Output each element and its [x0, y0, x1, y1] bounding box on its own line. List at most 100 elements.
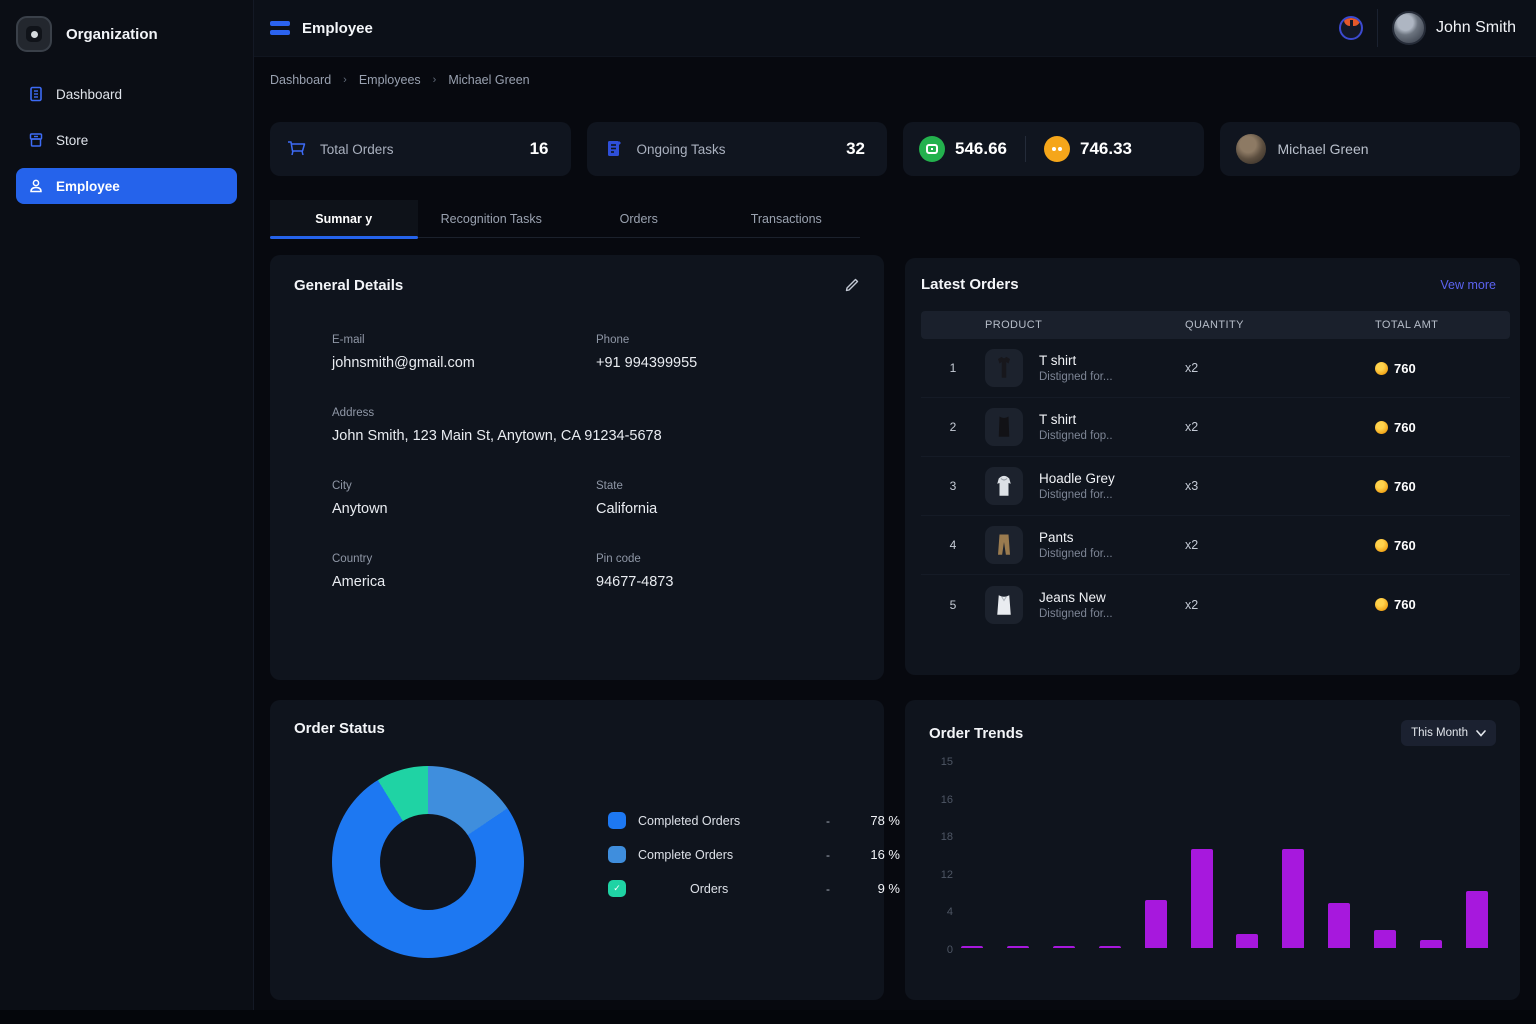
- shirt-icon: [989, 412, 1019, 442]
- table-row[interactable]: 3 Hoadle Grey Distigned for... x3 760: [921, 457, 1510, 516]
- page-title: Employee: [302, 20, 373, 37]
- table-row[interactable]: 5 Jeans New Distigned for... x2 760: [921, 575, 1510, 634]
- breadcrumb-dashboard[interactable]: Dashboard: [270, 73, 331, 87]
- quantity: x2: [1185, 598, 1375, 612]
- trend-bar: [1328, 903, 1350, 948]
- user-name: John Smith: [1436, 19, 1516, 37]
- green-credit-icon: [919, 136, 945, 162]
- latest-orders-card: Latest Orders Vew more PRODUCT QUANTITY …: [905, 258, 1520, 675]
- trend-bar: [1282, 849, 1304, 948]
- trend-bar: [1191, 849, 1213, 948]
- org-logo-icon: [16, 16, 52, 52]
- coin-icon: [1375, 421, 1388, 434]
- chevron-right-icon: ›: [343, 74, 347, 86]
- trend-bar: [961, 946, 983, 948]
- orders-table: PRODUCT QUANTITY TOTAL AMT 1 T shirt Dis…: [921, 311, 1510, 634]
- trend-bar: [1466, 891, 1488, 948]
- org-name: Organization: [66, 26, 158, 43]
- table-row[interactable]: 2 T shirt Distigned fop.. x2 760: [921, 398, 1510, 457]
- product-name: T shirt: [1039, 353, 1113, 368]
- jacket-icon: [989, 590, 1019, 620]
- state-field-group: State California: [596, 480, 860, 517]
- address-value: John Smith, 123 Main St, Anytown, CA 912…: [332, 428, 860, 444]
- notification-icon[interactable]: [1339, 16, 1363, 40]
- tab-summary[interactable]: Sumnar y: [270, 200, 418, 237]
- pincode-field-group: Pin code 94677-4873: [596, 553, 860, 590]
- sidebar-item-employee[interactable]: Employee: [16, 168, 237, 204]
- trend-bar: [1099, 946, 1121, 948]
- phone-label: Phone: [596, 334, 860, 346]
- sidebar-item-store[interactable]: Store: [16, 122, 237, 158]
- sidebar-item-label: Employee: [56, 179, 120, 194]
- order-trends-title: Order Trends: [929, 725, 1023, 742]
- city-label: City: [332, 480, 596, 492]
- product-name: T shirt: [1039, 412, 1113, 427]
- ongoing-tasks-value: 32: [846, 139, 871, 159]
- green-value: 546.66: [955, 139, 1007, 159]
- breadcrumb-employees[interactable]: Employees: [359, 73, 421, 87]
- country-value: America: [332, 574, 596, 590]
- month-filter-dropdown[interactable]: This Month: [1401, 720, 1496, 746]
- org-brand: Organization: [0, 0, 253, 76]
- email-value: johnsmith@gmail.com: [332, 355, 596, 371]
- product-thumbnail: [985, 408, 1023, 446]
- table-row[interactable]: 1 T shirt Distigned for... x2 760: [921, 339, 1510, 398]
- person-icon: [28, 178, 44, 194]
- hoodie-icon: [989, 471, 1019, 501]
- product-name: Jeans New: [1039, 590, 1113, 605]
- chevron-down-icon: [1476, 730, 1486, 737]
- month-filter-label: This Month: [1411, 727, 1468, 739]
- total-orders-value: 16: [530, 139, 555, 159]
- cart-icon: [286, 138, 308, 160]
- coin-icon: [1375, 598, 1388, 611]
- col-quantity: QUANTITY: [1185, 319, 1375, 331]
- col-product: PRODUCT: [985, 319, 1185, 331]
- pincode-value: 94677-4873: [596, 574, 860, 590]
- trend-bar: [1145, 900, 1167, 948]
- tab-orders[interactable]: Orders: [565, 200, 713, 237]
- address-field-group: Address John Smith, 123 Main St, Anytown…: [332, 407, 860, 444]
- coin-icon: [1375, 539, 1388, 552]
- total-orders-label: Total Orders: [320, 142, 394, 157]
- product-desc: Distigned for...: [1039, 371, 1113, 383]
- city-field-group: City Anytown: [332, 480, 596, 517]
- phone-field-group: Phone +91 994399955: [596, 334, 860, 371]
- view-more-link[interactable]: Vew more: [1440, 278, 1496, 292]
- y-axis-labels: 15 16 18 12 4 0: [931, 756, 953, 956]
- email-label: E-mail: [332, 334, 596, 346]
- sidebar-item-label: Store: [56, 133, 88, 148]
- menu-toggle-icon[interactable]: [270, 21, 290, 35]
- quantity: x2: [1185, 361, 1375, 375]
- quantity: x2: [1185, 420, 1375, 434]
- topbar: Employee John Smith: [254, 0, 1536, 57]
- latest-orders-title: Latest Orders: [921, 276, 1019, 293]
- edit-pencil-icon[interactable]: [844, 277, 860, 293]
- sidebar-item-dashboard[interactable]: Dashboard: [16, 76, 237, 112]
- product-thumbnail: [985, 467, 1023, 505]
- user-menu[interactable]: John Smith: [1392, 11, 1516, 45]
- breadcrumb: Dashboard › Employees › Michael Green: [270, 73, 530, 87]
- trend-bar: [1236, 934, 1258, 948]
- order-trends-bars: [961, 752, 1488, 948]
- general-details-card: General Details E-mail johnsmith@gmail.c…: [270, 255, 884, 680]
- pants-icon: [989, 530, 1019, 560]
- table-row[interactable]: 4 Pants Distigned for... x2 760: [921, 516, 1510, 575]
- product-name: Pants: [1039, 530, 1113, 545]
- breadcrumb-current: Michael Green: [448, 73, 529, 87]
- total-amount: 760: [1394, 597, 1416, 612]
- sidebar: Organization Dashboard Store: [0, 0, 254, 1024]
- ongoing-tasks-label: Ongoing Tasks: [637, 142, 726, 157]
- tab-transactions[interactable]: Transactions: [713, 200, 861, 237]
- orange-value: 746.33: [1080, 139, 1132, 159]
- divider: [1377, 9, 1378, 47]
- order-status-title: Order Status: [294, 720, 860, 737]
- footer-strip: [0, 1010, 1536, 1024]
- product-thumbnail: [985, 586, 1023, 624]
- product-thumbnail: [985, 349, 1023, 387]
- address-label: Address: [332, 407, 860, 419]
- divider: [1025, 136, 1026, 162]
- country-field-group: Country America: [332, 553, 596, 590]
- legend-swatch: [608, 812, 626, 829]
- tab-recognition-tasks[interactable]: Recognition Tasks: [418, 200, 566, 237]
- pincode-label: Pin code: [596, 553, 860, 565]
